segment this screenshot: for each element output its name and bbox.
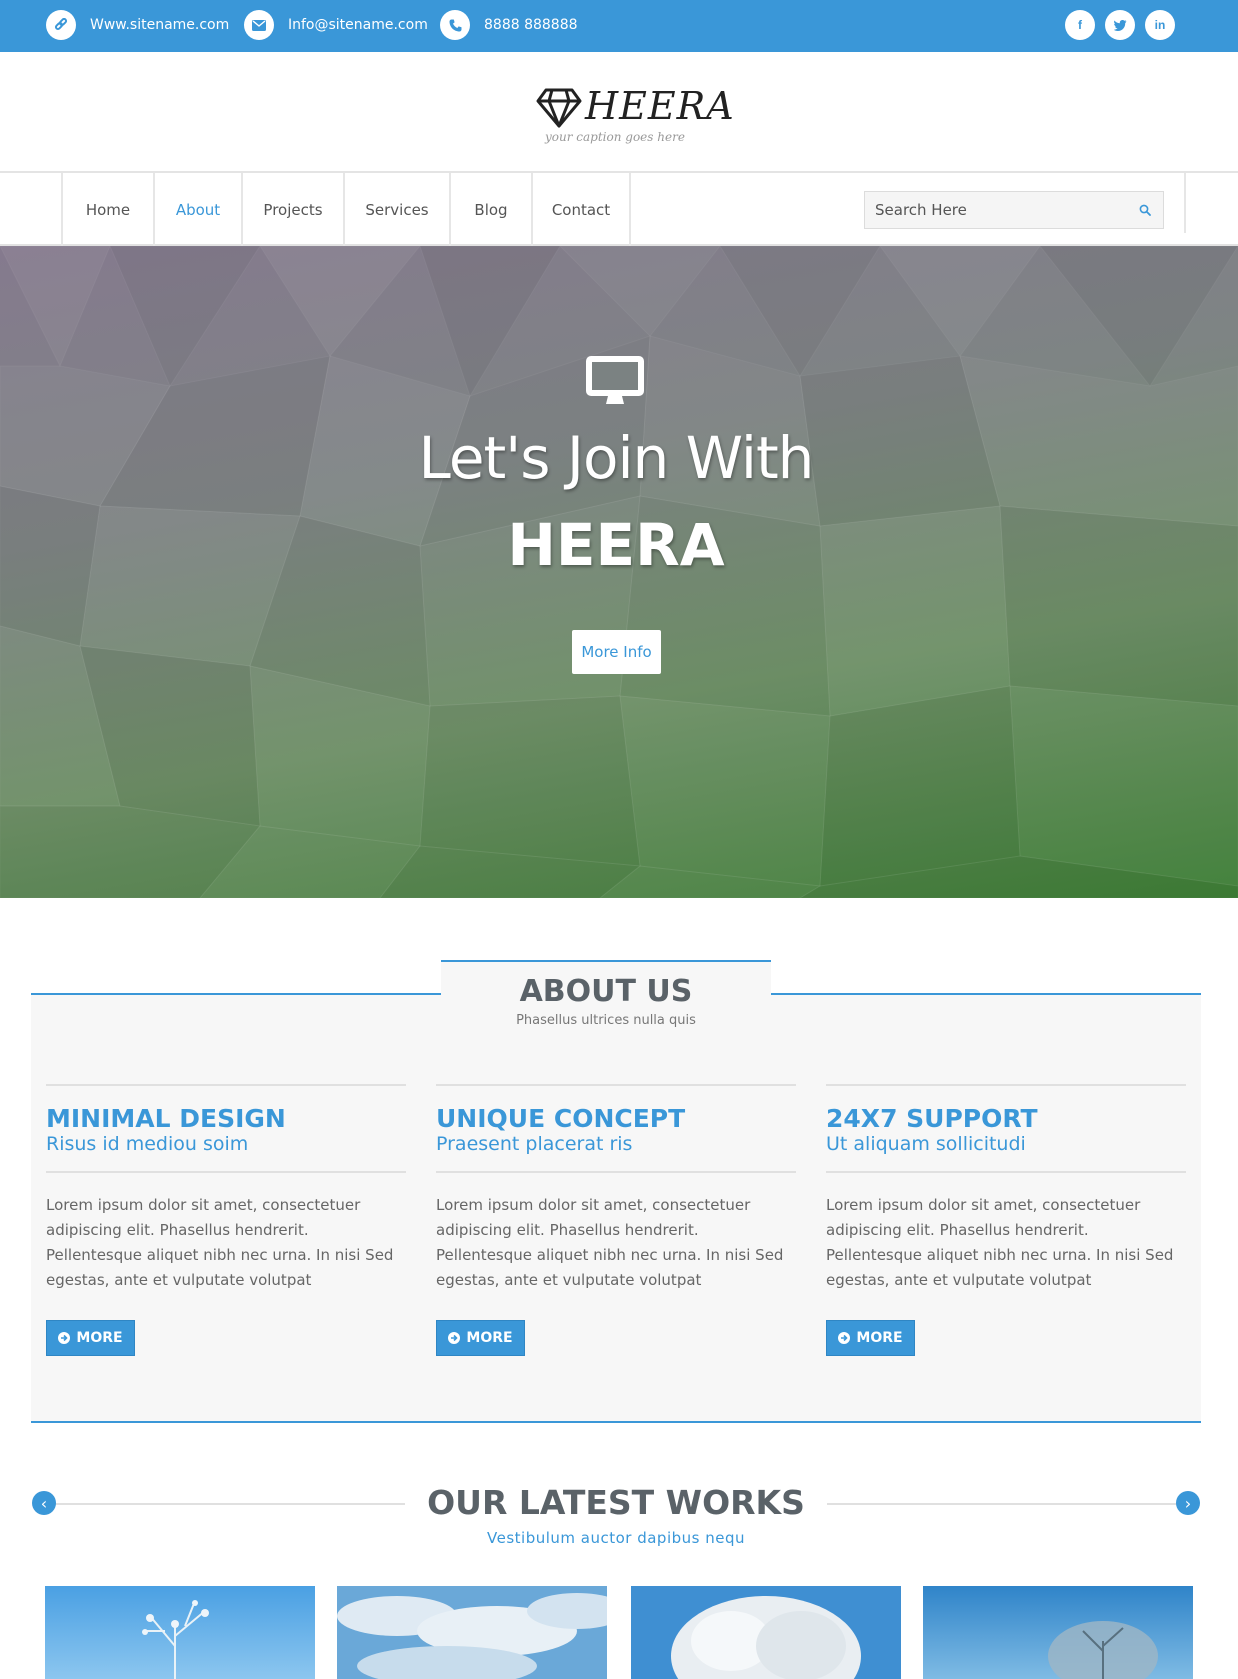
more-label: MORE — [466, 1330, 513, 1346]
logo-name: HEERA — [585, 84, 735, 128]
diamond-icon — [536, 88, 582, 128]
more-label: MORE — [856, 1330, 903, 1346]
more-button[interactable]: MORE — [436, 1320, 525, 1356]
divider — [826, 1084, 1186, 1086]
feature-title: UNIQUE CONCEPT — [436, 1104, 686, 1133]
arrow-circle-icon — [58, 1332, 71, 1344]
divider — [46, 1084, 406, 1086]
nav-item-projects[interactable]: Projects — [243, 173, 345, 246]
nav-item-contact[interactable]: Contact — [533, 173, 631, 246]
nav-divider — [1184, 173, 1186, 233]
feature-unique-concept: UNIQUE CONCEPT Praesent placerat ris Lor… — [436, 1084, 796, 1356]
website-contact[interactable]: Www.sitename.com — [46, 10, 229, 40]
twitter-icon[interactable] — [1105, 10, 1135, 40]
search-icon[interactable] — [1135, 200, 1155, 220]
top-bar: Www.sitename.com Info@sitename.com 8888 … — [0, 0, 1238, 52]
divider — [436, 1171, 796, 1173]
arrow-circle-icon — [838, 1332, 851, 1344]
phone-text: 8888 888888 — [484, 17, 578, 33]
feature-subtitle: Ut aliquam sollicitudi — [826, 1133, 1026, 1155]
divider — [826, 1171, 1186, 1173]
work-thumbnail[interactable] — [45, 1586, 315, 1679]
work-thumbnail[interactable] — [631, 1586, 901, 1679]
feature-subtitle: Praesent placerat ris — [436, 1133, 633, 1155]
monitor-icon — [586, 356, 644, 404]
phone-icon — [440, 10, 470, 40]
linkedin-icon[interactable]: in — [1145, 10, 1175, 40]
nav-menu: Home About Projects Services Blog Contac… — [61, 173, 631, 246]
feature-support: 24X7 SUPPORT Ut aliquam sollicitudi Lore… — [826, 1084, 1186, 1356]
header: HEERA your caption goes here — [0, 52, 1238, 173]
search-input[interactable] — [865, 201, 1115, 219]
nav-item-services[interactable]: Services — [345, 173, 451, 246]
feature-subtitle: Risus id mediou soim — [46, 1133, 249, 1155]
phone-contact[interactable]: 8888 888888 — [440, 10, 578, 40]
more-label: MORE — [76, 1330, 123, 1346]
divider — [46, 1171, 406, 1173]
more-button[interactable]: MORE — [46, 1320, 135, 1356]
email-text: Info@sitename.com — [288, 17, 428, 33]
facebook-icon[interactable]: f — [1065, 10, 1095, 40]
divider — [436, 1084, 796, 1086]
feature-title: MINIMAL DESIGN — [46, 1104, 286, 1133]
works-title: OUR LATEST WORKS — [427, 1483, 805, 1522]
link-icon — [46, 10, 76, 40]
site-logo[interactable]: HEERA your caption goes here — [535, 82, 734, 152]
logo-caption: your caption goes here — [545, 130, 685, 144]
more-info-button[interactable]: More Info — [572, 630, 661, 674]
feature-minimal-design: MINIMAL DESIGN Risus id mediou soim Lore… — [46, 1084, 406, 1356]
website-text: Www.sitename.com — [90, 17, 230, 33]
about-heading: ABOUT US Phasellus ultrices nulla quis — [441, 960, 771, 1040]
nav-item-about[interactable]: About — [155, 173, 243, 246]
envelope-icon — [244, 10, 274, 40]
about-title: ABOUT US — [519, 974, 693, 1009]
nav-item-blog[interactable]: Blog — [451, 173, 533, 246]
feature-body: Lorem ipsum dolor sit amet, consectetuer… — [826, 1196, 1174, 1289]
hero-title: Let's Join With — [418, 424, 815, 492]
feature-body: Lorem ipsum dolor sit amet, consectetuer… — [436, 1196, 784, 1289]
work-thumbnail[interactable] — [923, 1586, 1193, 1679]
hero-brand: HEERA — [507, 511, 725, 579]
about-subtitle: Phasellus ultrices nulla quis — [516, 1013, 696, 1028]
main-nav: Home About Projects Services Blog Contac… — [0, 173, 1238, 246]
nav-item-home[interactable]: Home — [63, 173, 155, 246]
feature-title: 24X7 SUPPORT — [826, 1104, 1038, 1133]
work-thumbnail[interactable] — [337, 1586, 607, 1679]
works-subtitle: Vestibulum auctor dapibus nequ — [487, 1529, 745, 1547]
more-button[interactable]: MORE — [826, 1320, 915, 1356]
search-box — [864, 191, 1164, 229]
email-contact[interactable]: Info@sitename.com — [244, 10, 428, 40]
hero-banner: Let's Join With HEERA More Info — [0, 246, 1238, 898]
arrow-circle-icon — [448, 1332, 461, 1344]
feature-body: Lorem ipsum dolor sit amet, consectetuer… — [46, 1196, 394, 1289]
